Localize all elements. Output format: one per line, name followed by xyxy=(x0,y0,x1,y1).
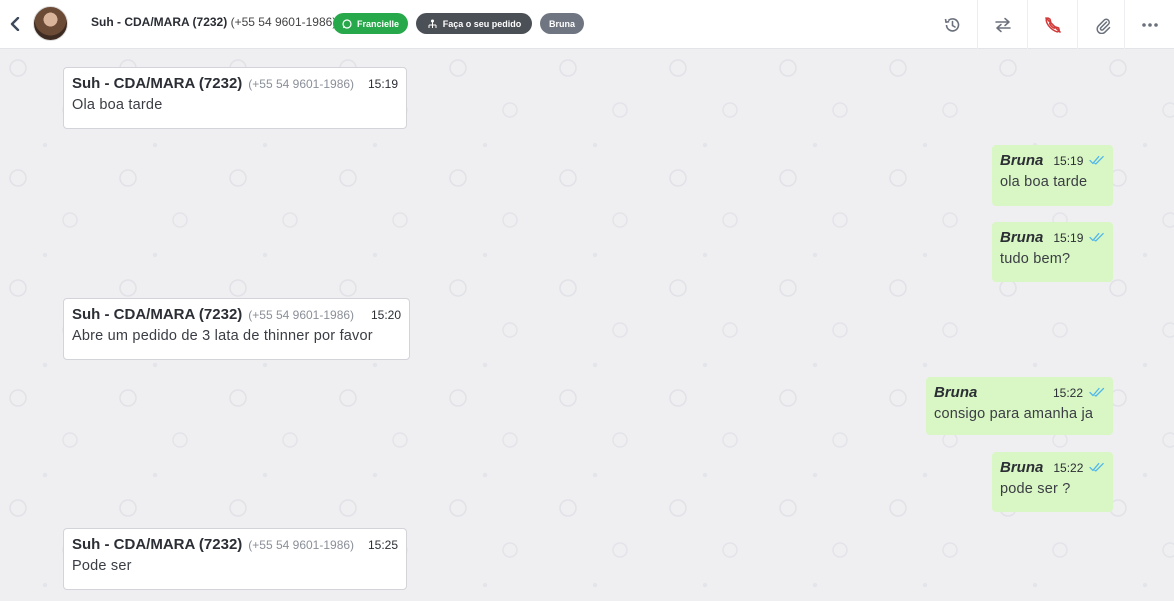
message-outgoing[interactable]: Bruna 15:19 ola boa tarde xyxy=(992,145,1113,206)
tag-label: Faça o seu pedido xyxy=(442,18,522,29)
message-sender: Bruna xyxy=(1000,152,1044,169)
double-check-icon xyxy=(1089,155,1105,165)
message-time: 15:22 xyxy=(1052,386,1083,400)
message-sender: Suh - CDA/MARA (7232) xyxy=(72,536,243,553)
attach-button[interactable] xyxy=(1077,0,1127,49)
message-incoming[interactable]: Suh - CDA/MARA (7232) (+55 54 9601-1986)… xyxy=(63,298,410,360)
transfer-button[interactable] xyxy=(977,0,1027,49)
message-time: 15:19 xyxy=(1053,154,1084,168)
more-icon xyxy=(1141,22,1158,27)
contact-title[interactable]: Suh - CDA/MARA (7232) (+55 54 9601-1986) xyxy=(91,15,336,29)
end-call-button[interactable] xyxy=(1027,0,1077,49)
tag-label: Bruna xyxy=(548,18,575,29)
double-check-icon xyxy=(1089,232,1105,242)
double-check-icon xyxy=(1089,387,1105,397)
message-text: tudo bem? xyxy=(1000,251,1071,267)
avatar[interactable] xyxy=(33,6,68,41)
message-sender-phone: (+55 54 9601-1986) xyxy=(248,308,355,322)
message-text: pode ser ? xyxy=(1000,481,1071,497)
message-sender: Bruna xyxy=(1000,229,1044,246)
history-icon xyxy=(944,17,960,32)
message-sender: Bruna xyxy=(1000,459,1044,476)
attach-icon xyxy=(1095,18,1110,34)
chevron-left-icon xyxy=(10,17,20,31)
message-text: Pode ser xyxy=(72,558,132,574)
contact-phone: (+55 54 9601-1986) xyxy=(230,15,337,29)
message-text: Abre um pedido de 3 lata de thinner por … xyxy=(72,328,373,344)
message-outgoing[interactable]: Bruna 15:22 pode ser ? xyxy=(992,452,1113,512)
contact-name: Suh - CDA/MARA (7232) xyxy=(91,15,228,29)
message-time: 15:19 xyxy=(367,77,398,91)
whatsapp-icon xyxy=(342,18,352,29)
message-sender-phone: (+55 54 9601-1986) xyxy=(248,77,355,91)
message-outgoing[interactable]: Bruna 15:22 consigo para amanha ja xyxy=(926,377,1113,435)
tag-flow[interactable]: Faça o seu pedido xyxy=(416,13,532,34)
message-time: 15:19 xyxy=(1053,231,1084,245)
tag-agent[interactable]: Bruna xyxy=(540,13,584,34)
message-text: consigo para amanha ja xyxy=(934,406,1094,422)
message-time: 15:25 xyxy=(367,538,398,552)
message-time: 15:22 xyxy=(1053,461,1084,475)
message-incoming[interactable]: Suh - CDA/MARA (7232) (+55 54 9601-1986)… xyxy=(63,528,407,590)
chat-area[interactable]: Suh - CDA/MARA (7232) (+55 54 9601-1986)… xyxy=(0,50,1174,601)
double-check-icon xyxy=(1089,462,1105,472)
message-time: 15:20 xyxy=(370,308,401,322)
message-text: Ola boa tarde xyxy=(72,97,163,113)
chat-header: Suh - CDA/MARA (7232) (+55 54 9601-1986)… xyxy=(0,0,1174,49)
message-sender-phone: (+55 54 9601-1986) xyxy=(248,538,355,552)
back-button[interactable] xyxy=(6,13,24,35)
tag-channel[interactable]: Francielle xyxy=(333,13,408,34)
message-outgoing[interactable]: Bruna 15:19 tudo bem? xyxy=(992,222,1113,282)
more-button[interactable] xyxy=(1124,0,1174,49)
history-button[interactable] xyxy=(927,0,977,49)
message-incoming[interactable]: Suh - CDA/MARA (7232) (+55 54 9601-1986)… xyxy=(63,67,407,129)
flow-icon xyxy=(428,19,437,28)
end-call-icon xyxy=(1044,16,1061,33)
transfer-icon xyxy=(994,17,1011,32)
message-text: ola boa tarde xyxy=(1000,174,1088,190)
message-sender: Suh - CDA/MARA (7232) xyxy=(72,75,243,92)
tag-label: Francielle xyxy=(356,18,400,29)
message-sender: Suh - CDA/MARA (7232) xyxy=(72,306,243,323)
message-sender: Bruna xyxy=(934,384,978,401)
